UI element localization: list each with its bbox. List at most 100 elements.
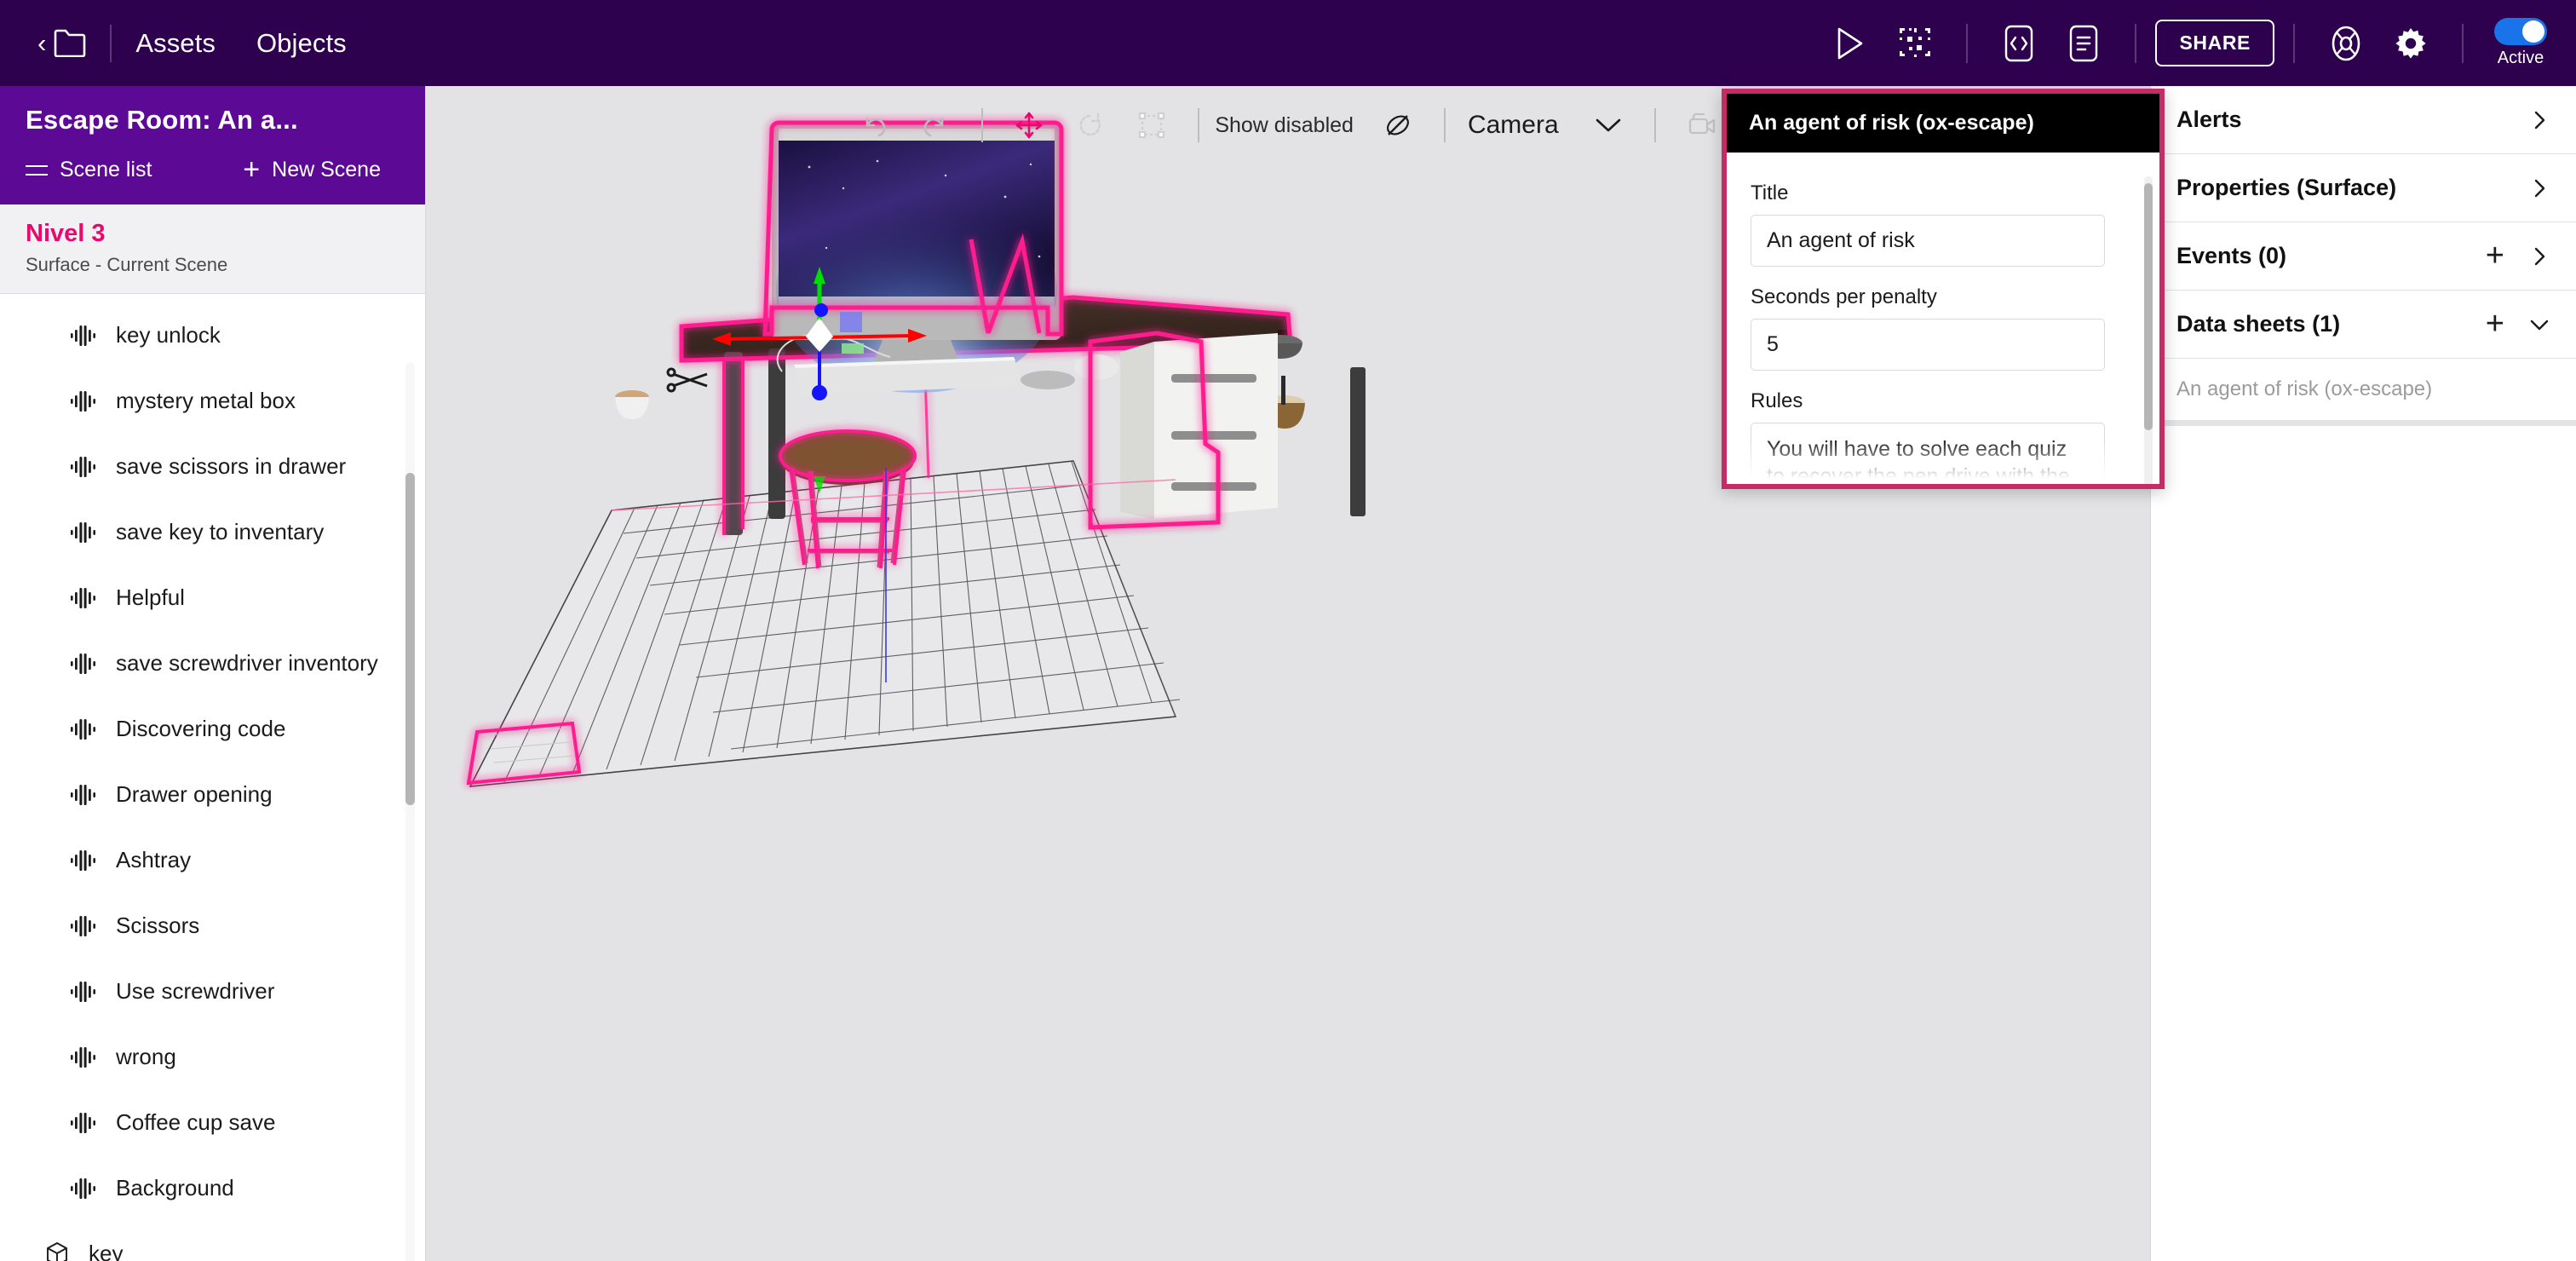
list-item-label: key: [89, 1241, 124, 1261]
top-bar: ‹ Assets Objects SHARE Active: [0, 0, 2576, 86]
active-toggle[interactable]: [2494, 18, 2547, 45]
list-item[interactable]: save screwdriver inventory: [0, 630, 425, 696]
waveform-icon: [70, 521, 99, 544]
list-item-label: key unlock: [116, 322, 221, 348]
coffee-cup-object: [615, 390, 649, 419]
undo-icon[interactable]: [850, 101, 898, 149]
sidebar-scrollbar-thumb[interactable]: [405, 473, 415, 805]
toggle-knob: [2522, 20, 2544, 43]
share-button[interactable]: SHARE: [2155, 20, 2274, 66]
scene-list-label: Scene list: [60, 158, 152, 181]
properties-dialog[interactable]: An agent of risk (ox-escape) Title Second…: [1722, 89, 2165, 489]
folder-icon[interactable]: [54, 29, 86, 57]
accordion-label: Properties (Surface): [2176, 175, 2397, 200]
accordion-label: Alerts: [2176, 107, 2242, 132]
list-item[interactable]: wrong: [0, 1024, 425, 1090]
code-icon[interactable]: [1995, 20, 2043, 67]
lifebuoy-icon[interactable]: [2322, 20, 2370, 67]
toolbar-divider-2: [1198, 108, 1200, 142]
list-item[interactable]: Discovering code: [0, 696, 425, 762]
new-scene-label: New Scene: [272, 158, 381, 181]
chevron-right-icon[interactable]: [2528, 245, 2550, 268]
list-item-label: save scissors in drawer: [116, 453, 347, 479]
sidebar-scrollbar[interactable]: [405, 362, 415, 1261]
top-bar-right: SHARE Active: [1818, 18, 2547, 68]
mouse-object: [1074, 354, 1118, 380]
dialog-scrollbar[interactable]: [2144, 176, 2153, 484]
list-item-label: save screwdriver inventory: [116, 650, 378, 676]
add-icon[interactable]: +: [2486, 239, 2504, 271]
play-icon[interactable]: [1826, 20, 1874, 67]
add-icon[interactable]: +: [2486, 308, 2504, 339]
scene-actions: Scene list + New Scene: [26, 155, 400, 184]
nav-link-objects[interactable]: Objects: [256, 28, 347, 59]
field-input[interactable]: [1751, 215, 2105, 267]
chevron-left-icon[interactable]: ‹: [37, 30, 46, 56]
toolbar-divider-1: [981, 108, 984, 142]
accordion-section[interactable]: Events (0) +: [2151, 222, 2576, 291]
current-scene-card[interactable]: Nivel 3 Surface - Current Scene: [0, 204, 425, 294]
move-icon[interactable]: [1005, 101, 1053, 149]
right-panel: Alerts Properties (Surface) Events (0) + Dat…: [2150, 86, 2576, 1261]
show-disabled-label: Show disabled: [1215, 112, 1354, 137]
gear-icon[interactable]: [2387, 20, 2435, 67]
waveform-icon: [70, 981, 99, 1003]
list-item[interactable]: key: [0, 1221, 425, 1261]
list-item[interactable]: Ashtray: [0, 827, 425, 893]
hamburger-icon: [26, 164, 48, 177]
list-item[interactable]: key unlock: [0, 302, 425, 368]
scale-icon[interactable]: [1128, 101, 1176, 149]
document-icon[interactable]: [2060, 20, 2107, 67]
chevron-down-icon[interactable]: [2528, 314, 2550, 336]
pen-drive-object: [1021, 371, 1075, 389]
waveform-icon: [70, 456, 99, 478]
accordion-section[interactable]: Alerts: [2151, 86, 2576, 154]
redo-icon[interactable]: [911, 101, 959, 149]
data-sheet-item[interactable]: An agent of risk (ox-escape): [2151, 359, 2576, 421]
sidebar: Escape Room: An a... Scene list + New Sc…: [0, 86, 426, 1261]
new-scene-button[interactable]: + New Scene: [243, 155, 381, 184]
list-item[interactable]: Scissors: [0, 893, 425, 959]
waveform-icon: [70, 849, 99, 872]
accordion-section[interactable]: Data sheets (1) +: [2151, 291, 2576, 359]
top-bar-left: ‹: [37, 29, 86, 57]
camera-icon[interactable]: [1678, 101, 1726, 149]
dialog-scrollbar-thumb[interactable]: [2144, 183, 2153, 430]
toolbar-divider-3: [1443, 108, 1446, 142]
camera-select-label[interactable]: Camera: [1468, 111, 1559, 140]
list-item[interactable]: save key to inventary: [0, 499, 425, 565]
list-item-label: Drawer opening: [116, 781, 273, 807]
waveform-icon: [70, 1046, 99, 1068]
waveform-icon: [70, 325, 99, 347]
list-item[interactable]: save scissors in drawer: [0, 434, 425, 499]
toolbar-divider-4: [1653, 108, 1656, 142]
scene-list-button[interactable]: Scene list: [26, 158, 152, 182]
active-toggle-wrap: Active: [2494, 18, 2547, 68]
top-bar-divider-1: [110, 24, 112, 62]
list-item-label: Background: [116, 1175, 234, 1201]
list-item[interactable]: Coffee cup save: [0, 1090, 425, 1155]
waveform-icon: [70, 587, 99, 609]
list-item-label: Scissors: [116, 913, 200, 938]
list-item[interactable]: Background: [0, 1155, 425, 1221]
list-item-label: Coffee cup save: [116, 1109, 276, 1135]
field-label: Seconds per penalty: [1751, 285, 1937, 308]
list-item[interactable]: Use screwdriver: [0, 959, 425, 1024]
list-item[interactable]: Drawer opening: [0, 762, 425, 827]
list-item[interactable]: Helpful: [0, 565, 425, 630]
rotate-icon[interactable]: [1067, 101, 1114, 149]
accordion-section[interactable]: Properties (Surface): [2151, 154, 2576, 222]
list-item[interactable]: mystery metal box: [0, 368, 425, 434]
qr-code-icon[interactable]: [1891, 20, 1939, 67]
chevron-down-icon[interactable]: [1584, 101, 1632, 149]
field-textarea[interactable]: You will have to solve each quiz to reco…: [1751, 423, 2105, 484]
active-toggle-label: Active: [2497, 49, 2544, 67]
field-input[interactable]: [1751, 319, 2105, 371]
waveform-icon: [70, 718, 99, 740]
scene-header: Escape Room: An a... Scene list + New Sc…: [0, 86, 425, 204]
chevron-right-icon[interactable]: [2528, 177, 2550, 199]
eye-off-icon[interactable]: [1374, 101, 1422, 149]
nav-link-assets[interactable]: Assets: [135, 28, 216, 59]
list-item-label: wrong: [116, 1044, 176, 1069]
chevron-right-icon[interactable]: [2528, 109, 2550, 131]
